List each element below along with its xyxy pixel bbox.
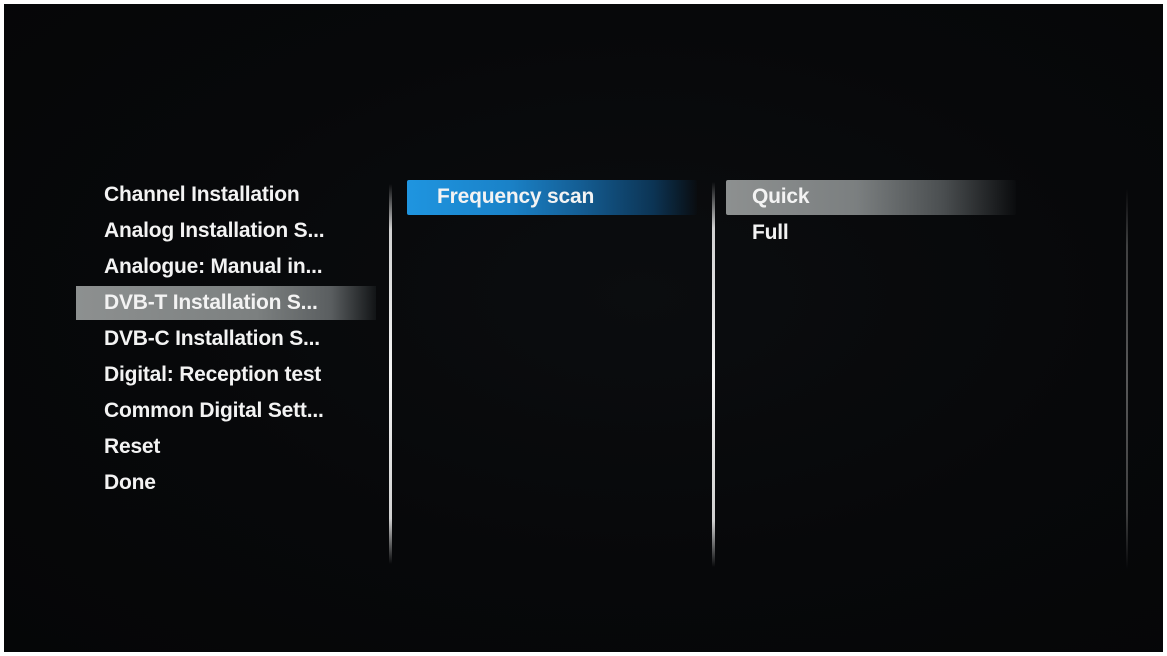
column-divider-left	[389, 184, 392, 564]
menu-item-dvb-t-installation-settings[interactable]: DVB-T Installation S...	[104, 288, 318, 318]
menu-item-analogue-manual-installation[interactable]: Analogue: Manual in...	[104, 252, 323, 282]
option-quick[interactable]: Quick	[752, 182, 810, 212]
option-full[interactable]: Full	[752, 218, 789, 248]
tv-screen: Channel Installation Analog Installation…	[4, 4, 1163, 652]
menu-item-channel-installation[interactable]: Channel Installation	[104, 180, 300, 210]
menu-item-done[interactable]: Done	[104, 468, 156, 498]
column-divider-middle	[712, 182, 715, 567]
column-divider-right	[1126, 189, 1128, 569]
menu-item-reset[interactable]: Reset	[104, 432, 160, 462]
menu-item-dvb-c-installation-settings[interactable]: DVB-C Installation S...	[104, 324, 320, 354]
menu-item-analog-installation-settings[interactable]: Analog Installation S...	[104, 216, 325, 246]
menu-item-frequency-scan[interactable]: Frequency scan	[437, 182, 594, 212]
menu-item-digital-reception-test[interactable]: Digital: Reception test	[104, 360, 321, 390]
menu-item-common-digital-settings[interactable]: Common Digital Sett...	[104, 396, 324, 426]
